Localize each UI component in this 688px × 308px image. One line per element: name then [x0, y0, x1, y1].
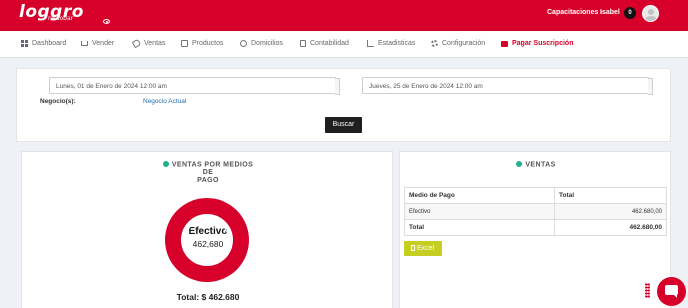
- chat-bubble-icon: [665, 285, 678, 298]
- nav-pagar-suscripcion[interactable]: Pagar Suscripción: [501, 40, 573, 47]
- dashboard-icon: [21, 40, 28, 47]
- nav-configuracion[interactable]: Configuración: [431, 40, 485, 47]
- nav-label: Vender: [92, 40, 115, 47]
- chart-title: VENTAS POR MEDIOS DE PAGO: [158, 161, 258, 184]
- chart-title-line1: VENTAS POR MEDIOS DE: [171, 161, 254, 177]
- notification-badge[interactable]: 0: [624, 7, 636, 19]
- nav-label: Ventas: [144, 40, 166, 47]
- table-cell: Efectivo: [404, 203, 555, 220]
- date-from-input[interactable]: Lunes, 01 de Enero de 2024 12:00 am: [49, 77, 340, 95]
- chat-button[interactable]: [657, 277, 686, 306]
- sales-table: Medio de Pago Total Efectivo 462.680,00 …: [404, 187, 667, 236]
- chart-title-line2: PAGO: [197, 176, 219, 184]
- nav-vender[interactable]: Vender: [81, 40, 114, 47]
- chart-icon: [367, 40, 374, 47]
- avatar[interactable]: [642, 5, 659, 22]
- nav-productos[interactable]: Productos: [181, 40, 224, 47]
- nav-ventas[interactable]: Ventas: [131, 38, 166, 49]
- filter-panel: Lunes, 01 de Enero de 2024 12:00 am Juev…: [16, 68, 671, 142]
- table-row: Efectivo 462.680,00: [404, 203, 667, 220]
- table-header-row: Medio de Pago Total: [404, 187, 667, 204]
- bike-icon: [240, 40, 247, 47]
- total-label: Total: [404, 219, 555, 236]
- total-value: 462.680,00: [554, 219, 667, 236]
- nav-estadisticas[interactable]: Estadisticas: [367, 40, 415, 47]
- main-nav: Dashboard Vender Ventas Productos Domici…: [0, 31, 688, 58]
- tag-icon: [131, 38, 142, 49]
- nav-domicilios[interactable]: Domicilios: [240, 40, 283, 47]
- nav-label: Estadisticas: [378, 40, 416, 47]
- nav-dashboard[interactable]: Dashboard: [21, 40, 66, 47]
- table-total-row: Total 462.680,00: [404, 219, 667, 236]
- donut-separator: [185, 218, 229, 262]
- eye-icon[interactable]: [103, 19, 110, 24]
- capacitaciones-menu[interactable]: Capacitaciones -: [547, 9, 603, 16]
- nav-label: Domicilios: [251, 40, 283, 47]
- table-cell: 462.680,00: [554, 203, 667, 220]
- negocio-label: Negocio(s):: [40, 98, 76, 105]
- date-to-input[interactable]: Jueves, 25 de Enero de 2024 12:00 am: [362, 77, 653, 95]
- nav-label: Pagar Suscripción: [512, 40, 574, 47]
- file-icon: [411, 244, 415, 251]
- sales-title-text: VENTAS: [525, 161, 556, 169]
- nav-label: Contabilidad: [310, 40, 349, 47]
- status-dot: [516, 161, 523, 167]
- credit-card-icon: [501, 40, 508, 47]
- nav-label: Productos: [192, 40, 224, 47]
- excel-export-button[interactable]: Excel: [404, 241, 442, 256]
- nav-label: Configuración: [442, 40, 486, 47]
- negocio-select[interactable]: Negocio Actual: [143, 98, 186, 105]
- column-header: Total: [554, 187, 667, 204]
- search-button[interactable]: Buscar: [325, 117, 362, 133]
- column-header: Medio de Pago: [404, 187, 555, 204]
- excel-button-label: Excel: [417, 245, 435, 252]
- status-dot: [162, 161, 169, 167]
- calculator-icon: [300, 40, 306, 47]
- payment-methods-card: VENTAS POR MEDIOS DE PAGO Efectivo 462,6…: [21, 151, 393, 308]
- top-header: loggro restobar Capacitaciones - Isabel …: [0, 0, 688, 31]
- sales-card: VENTAS Medio de Pago Total Efectivo 462.…: [399, 151, 671, 308]
- box-icon: [181, 40, 188, 47]
- sales-title: VENTAS: [400, 161, 672, 169]
- logo-subtitle: restobar: [48, 15, 74, 22]
- chat-drag-handle[interactable]: [645, 283, 650, 298]
- nav-contabilidad[interactable]: Contabilidad: [300, 40, 349, 47]
- nav-label: Dashboard: [32, 40, 67, 47]
- user-name[interactable]: Isabel: [600, 9, 620, 16]
- cart-icon: [81, 40, 88, 46]
- gear-icon: [431, 40, 438, 47]
- donut-slice-efectivo[interactable]: Efectivo 462,680: [165, 198, 249, 282]
- chart-total: Total: $ 462.680: [176, 292, 240, 302]
